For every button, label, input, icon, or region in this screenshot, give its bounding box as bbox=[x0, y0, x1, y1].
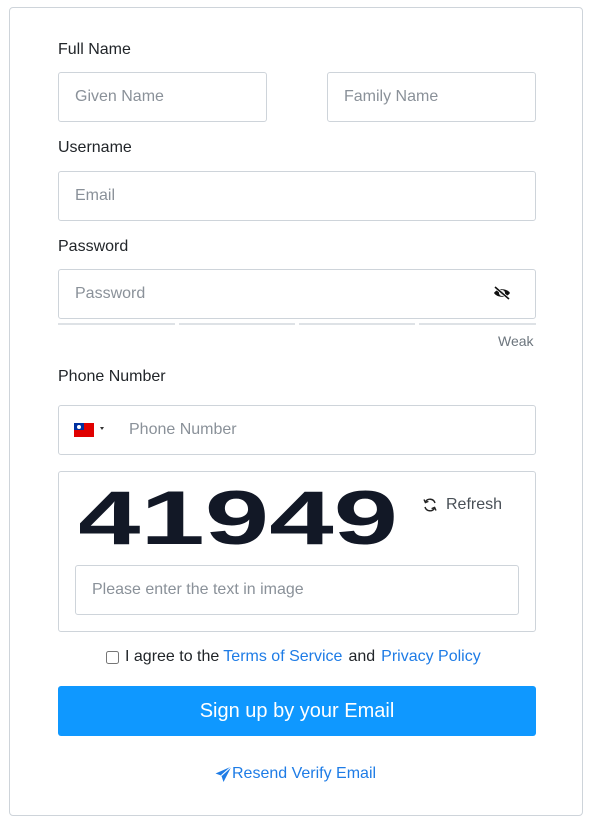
password-strength-bar-4 bbox=[419, 323, 536, 325]
password-strength-bar-2 bbox=[179, 323, 295, 325]
signup-button[interactable]: Sign up by your Email bbox=[58, 686, 536, 736]
resend-label: Resend Verify Email bbox=[232, 765, 377, 782]
password-label: Password bbox=[58, 238, 129, 255]
full-name-label: Full Name bbox=[58, 41, 131, 58]
captcha-image: 41949 bbox=[80, 490, 398, 552]
refresh-label: Refresh bbox=[446, 496, 503, 513]
phone-label: Phone Number bbox=[58, 368, 166, 385]
eye-slash-icon[interactable] bbox=[492, 285, 512, 301]
captcha-refresh-button[interactable]: Refresh bbox=[422, 496, 502, 514]
chevron-down-icon[interactable] bbox=[100, 427, 104, 430]
family-name-input[interactable] bbox=[327, 72, 536, 122]
password-input[interactable] bbox=[58, 269, 536, 319]
refresh-icon bbox=[423, 498, 437, 512]
privacy-policy-link[interactable]: Privacy Policy bbox=[381, 648, 481, 666]
terms-of-service-link[interactable]: Terms of Service bbox=[223, 648, 342, 666]
phone-field bbox=[58, 405, 565, 455]
agree-checkbox[interactable] bbox=[106, 650, 119, 664]
taiwan-flag-icon[interactable] bbox=[74, 423, 94, 437]
agree-prefix-text: I agree to the bbox=[125, 648, 220, 665]
agree-and-text: and bbox=[348, 648, 376, 665]
agree-row: I agree to the Terms of Service and Priv… bbox=[106, 648, 481, 666]
resend-verify-email-link[interactable]: Resend Verify Email bbox=[215, 765, 376, 783]
password-strength-bar-1 bbox=[58, 323, 175, 325]
captcha-input[interactable] bbox=[75, 565, 519, 615]
phone-number-input[interactable] bbox=[113, 406, 565, 454]
captcha-text: 41949 bbox=[80, 490, 398, 552]
username-label: Username bbox=[58, 139, 132, 156]
email-input[interactable] bbox=[58, 171, 536, 221]
given-name-input[interactable] bbox=[58, 72, 267, 122]
password-strength-text: Weak bbox=[498, 333, 534, 349]
password-strength-bar-3 bbox=[299, 323, 415, 325]
paper-plane-icon bbox=[215, 765, 232, 782]
